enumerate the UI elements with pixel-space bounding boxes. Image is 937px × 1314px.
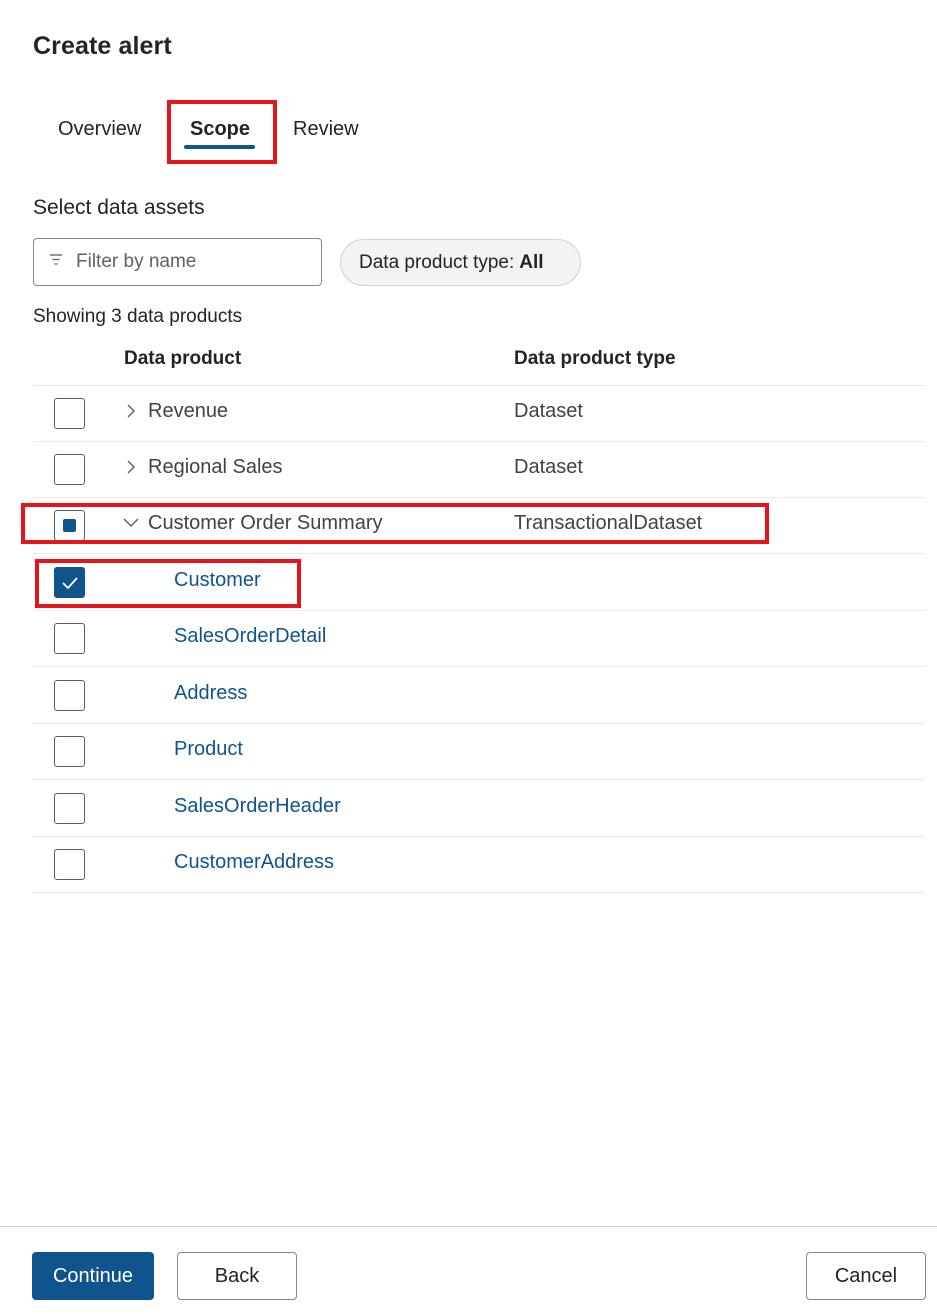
mixed-state-indicator <box>63 519 76 532</box>
row-checkbox[interactable] <box>54 623 85 654</box>
selected-tab-indicator <box>184 145 255 149</box>
data-product-type: Dataset <box>514 400 583 422</box>
type-filter-label: Data product type: <box>359 251 515 273</box>
data-product-name: Regional Sales <box>148 456 283 478</box>
data-asset-name[interactable]: Address <box>174 682 247 705</box>
data-product-type: TransactionalDataset <box>514 512 703 534</box>
select-data-assets-label: Select data assets <box>33 196 205 219</box>
type-filter-value: All <box>519 251 544 273</box>
cancel-button[interactable]: Cancel <box>806 1252 926 1300</box>
row-checkbox[interactable] <box>54 680 85 711</box>
table-row-revenue[interactable]: Revenue Dataset <box>33 386 925 442</box>
results-count: Showing 3 data products <box>33 306 243 327</box>
filter-by-name-field[interactable] <box>33 238 322 286</box>
data-asset-name[interactable]: SalesOrderDetail <box>174 625 326 648</box>
row-checkbox-mixed[interactable] <box>54 510 85 541</box>
data-product-type-filter[interactable]: Data product type: All <box>340 239 581 286</box>
checkmark-icon <box>62 577 78 590</box>
row-checkbox[interactable] <box>54 398 85 429</box>
chevron-right-icon[interactable] <box>124 402 138 420</box>
tab-overview[interactable]: Overview <box>58 118 141 141</box>
data-asset-name[interactable]: SalesOrderHeader <box>174 795 341 818</box>
column-header-data-product: Data product <box>124 348 242 369</box>
row-checkbox[interactable] <box>54 454 85 485</box>
chevron-down-icon[interactable] <box>121 516 141 530</box>
table-row-asset-customeraddress[interactable]: CustomerAddress <box>33 837 925 893</box>
filter-icon <box>50 254 62 265</box>
tab-review[interactable]: Review <box>293 118 359 141</box>
footer-divider <box>0 1226 937 1227</box>
table-row-asset-address[interactable]: Address <box>33 668 925 724</box>
filter-by-name-input[interactable] <box>76 239 316 285</box>
row-checkbox[interactable] <box>54 793 85 824</box>
data-product-name: Customer Order Summary <box>148 512 383 534</box>
table-row-customer-order-summary[interactable]: Customer Order Summary TransactionalData… <box>33 498 925 554</box>
tab-scope[interactable]: Scope <box>190 118 250 141</box>
back-button[interactable]: Back <box>177 1252 297 1300</box>
data-product-type: Dataset <box>514 456 583 478</box>
row-checkbox-checked[interactable] <box>54 567 85 598</box>
table-row-regional-sales[interactable]: Regional Sales Dataset <box>33 442 925 498</box>
data-asset-name[interactable]: Product <box>174 738 243 761</box>
row-checkbox[interactable] <box>54 849 85 880</box>
table-row-asset-salesorderheader[interactable]: SalesOrderHeader <box>33 781 925 837</box>
data-asset-name[interactable]: CustomerAddress <box>174 851 334 874</box>
column-header-data-product-type: Data product type <box>514 348 676 369</box>
dialog-title: Create alert <box>33 32 172 60</box>
table-row-asset-salesorderdetail[interactable]: SalesOrderDetail <box>33 611 925 667</box>
table-row-asset-product[interactable]: Product <box>33 724 925 780</box>
data-product-name: Revenue <box>148 400 229 422</box>
table-row-asset-customer[interactable]: Customer <box>33 555 925 611</box>
data-asset-name[interactable]: Customer <box>174 569 261 592</box>
row-checkbox[interactable] <box>54 736 85 767</box>
chevron-right-icon[interactable] <box>124 458 138 476</box>
continue-button[interactable]: Continue <box>32 1252 154 1300</box>
